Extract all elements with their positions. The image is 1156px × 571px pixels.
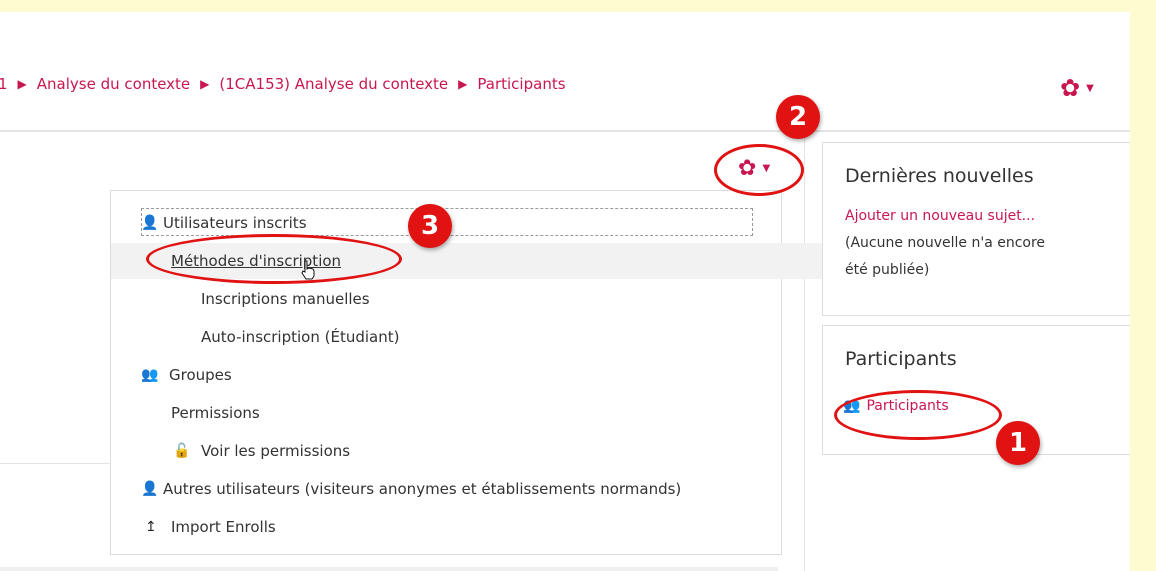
callout-badge-1: 1	[996, 421, 1040, 465]
participants-block-title: Participants	[845, 348, 957, 370]
user-plus-icon: 👤	[141, 215, 159, 231]
news-block-title: Dernières nouvelles	[845, 165, 1034, 187]
menu-item-label: Voir les permissions	[201, 442, 351, 460]
callout-ring-participants	[834, 390, 1002, 440]
upload-arrow-icon: ↥	[145, 519, 157, 535]
breadcrumb-item-course-full[interactable]: (1CA153) Analyse du contexte	[219, 75, 448, 93]
menu-item-label: Utilisateurs inscrits	[163, 214, 307, 232]
menu-item-label: Inscriptions manuelles	[201, 290, 370, 308]
menu-item-label: Groupes	[169, 366, 232, 384]
gear-icon: ✿	[1060, 74, 1081, 102]
news-block: Dernières nouvelles Ajouter un nouveau s…	[822, 142, 1130, 316]
menu-item-self-enrolment[interactable]: Auto-inscription (Étudiant)	[111, 319, 871, 355]
moodle-page: 1 ▶ Analyse du contexte ▶ (1CA153) Analy…	[0, 12, 1130, 571]
breadcrumb-separator: ▶	[17, 77, 27, 91]
news-block-content: Ajouter un nouveau sujet... (Aucune nouv…	[845, 203, 1045, 284]
menu-item-enrolled-users[interactable]: 👤 Utilisateurs inscrits	[111, 205, 811, 241]
add-topic-link[interactable]: Ajouter un nouveau sujet...	[845, 208, 1035, 224]
menu-item-label: Autres utilisateurs (visiteurs anonymes …	[163, 480, 682, 498]
callout-ring-gear	[714, 144, 804, 196]
page-margin	[1130, 12, 1156, 571]
breadcrumb-item-participants[interactable]: Participants	[477, 75, 565, 93]
menu-item-label: Import Enrolls	[171, 518, 276, 536]
breadcrumb-item-course[interactable]: 1	[0, 75, 8, 93]
menu-item-check-permissions[interactable]: 🔓 Voir les permissions	[111, 433, 843, 469]
menu-item-label: Auto-inscription (Étudiant)	[201, 328, 400, 346]
content-divider	[0, 463, 110, 464]
callout-badge-3: 3	[408, 204, 452, 248]
breadcrumb-separator: ▶	[458, 77, 468, 91]
breadcrumb: 1 ▶ Analyse du contexte ▶ (1CA153) Analy…	[0, 72, 566, 96]
user-plus-icon: 👤	[141, 481, 159, 497]
callout-ring-enrolment-methods	[146, 234, 402, 284]
no-news-text: (Aucune nouvelle n'a encore	[845, 235, 1046, 251]
menu-item-manual-enrolments[interactable]: Inscriptions manuelles	[111, 281, 871, 317]
participants-block: Participants 👥 Participants	[822, 325, 1130, 455]
unlock-icon: 🔓	[173, 443, 191, 459]
no-news-text: été publiée)	[845, 262, 930, 278]
menu-item-permissions[interactable]: Permissions	[111, 395, 841, 431]
callout-badge-2: 2	[776, 95, 820, 139]
header-divider	[0, 130, 1130, 132]
page-settings-menu-button[interactable]: ✿ ▼	[1060, 74, 1094, 102]
menu-item-other-users[interactable]: 👤 Autres utilisateurs (visiteurs anonyme…	[111, 471, 811, 507]
chevron-down-icon: ▼	[1086, 82, 1094, 94]
breadcrumb-item-analyse[interactable]: Analyse du contexte	[37, 75, 190, 93]
hand-cursor-icon	[301, 260, 315, 280]
menu-item-groups[interactable]: 👥 Groupes	[111, 357, 811, 393]
breadcrumb-separator: ▶	[200, 77, 210, 91]
users-icon: 👥	[141, 367, 159, 383]
menu-item-import-enrolls[interactable]: ↥ Import Enrolls	[111, 509, 815, 545]
menu-item-label: Permissions	[171, 404, 260, 422]
content-panel-bottom	[0, 567, 778, 571]
